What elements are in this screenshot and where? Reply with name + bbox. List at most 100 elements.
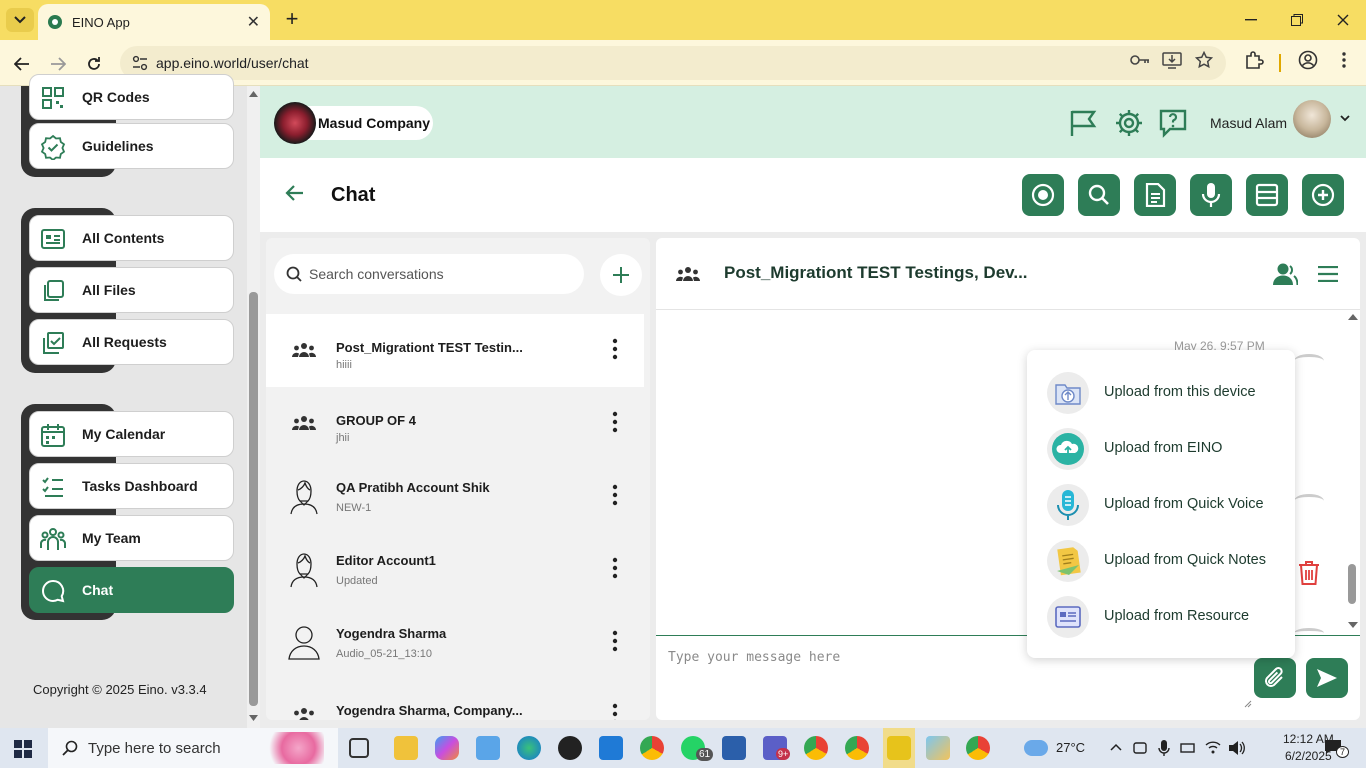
browser-tab[interactable]: EINO App ✕: [38, 4, 270, 40]
sidebar-item-all-requests[interactable]: All Requests: [29, 319, 234, 365]
new-tab-button[interactable]: +: [282, 8, 302, 30]
chevron-down-icon: [14, 16, 26, 24]
edge-browser-icon[interactable]: [517, 736, 541, 760]
wifi-icon[interactable]: [1205, 740, 1221, 754]
back-button[interactable]: [10, 52, 34, 76]
sidebar-item-qr-codes[interactable]: QR Codes: [29, 74, 234, 120]
sidebar-item-my-team[interactable]: My Team: [29, 515, 234, 561]
browser-menu-icon[interactable]: [1332, 48, 1356, 72]
microphone-button[interactable]: [1190, 174, 1232, 216]
upload-from-eino-item[interactable]: Upload from EINO: [1027, 420, 1295, 476]
chevron-down-icon[interactable]: [1340, 114, 1350, 122]
sidebar-scrollbar[interactable]: [247, 86, 260, 728]
chrome-profile-icon[interactable]: [804, 736, 828, 760]
more-options-icon[interactable]: [612, 630, 618, 652]
settings-gear-icon[interactable]: [1114, 108, 1144, 138]
password-key-icon[interactable]: [1128, 48, 1152, 72]
weather-temperature[interactable]: 27°C: [1056, 740, 1085, 755]
delete-trash-icon[interactable]: [1298, 561, 1320, 585]
taskbar-search-input[interactable]: Type here to search: [48, 728, 338, 768]
hamburger-menu-icon[interactable]: [1318, 266, 1338, 282]
scroll-down-icon[interactable]: [1348, 622, 1358, 628]
tab-list-button[interactable]: [6, 8, 34, 32]
user-avatar[interactable]: [1293, 100, 1331, 138]
sidebar-item-my-calendar[interactable]: My Calendar: [29, 411, 234, 457]
reload-button[interactable]: [82, 52, 106, 76]
sidebar-item-all-files[interactable]: All Files: [29, 267, 234, 313]
sidebar-item-all-contents[interactable]: All Contents: [29, 215, 234, 261]
upload-from-quick-voice-item[interactable]: Upload from Quick Voice: [1027, 476, 1295, 532]
conversation-item[interactable]: GROUP OF 4 jhii: [266, 387, 644, 460]
new-conversation-button[interactable]: [600, 254, 642, 296]
more-options-icon[interactable]: [612, 557, 618, 579]
chat-scrollbar[interactable]: [1346, 310, 1360, 635]
conversation-item[interactable]: Yogendra Sharma Audio_05-21_13:10: [266, 606, 644, 679]
bookmark-star-icon[interactable]: [1192, 48, 1216, 72]
url-input[interactable]: app.eino.world/user/chat: [120, 46, 1226, 80]
upload-from-device-item[interactable]: Upload from this device: [1027, 364, 1295, 420]
conversation-item[interactable]: Editor Account1 Updated: [266, 533, 644, 606]
task-view-icon[interactable]: [349, 738, 369, 758]
battery-icon[interactable]: [1180, 741, 1196, 755]
site-settings-icon[interactable]: [132, 55, 148, 71]
extensions-icon[interactable]: [1242, 48, 1266, 72]
search-conversations-input[interactable]: Search conversations: [274, 254, 584, 294]
add-button[interactable]: [1302, 174, 1344, 216]
volume-icon[interactable]: [1228, 740, 1246, 756]
eino-app-icon[interactable]: [887, 736, 911, 760]
more-options-icon[interactable]: [612, 703, 618, 720]
user-name[interactable]: Masud Alam: [1210, 115, 1287, 131]
chrome-icon[interactable]: [640, 736, 664, 760]
scan-button[interactable]: [1246, 174, 1288, 216]
resize-handle-icon[interactable]: [1244, 700, 1252, 708]
app-icon[interactable]: [476, 736, 500, 760]
camera-icon[interactable]: [1133, 740, 1147, 756]
profile-icon[interactable]: [1296, 48, 1320, 72]
message-input[interactable]: Type your message here: [668, 650, 840, 665]
notification-center-button[interactable]: 7: [1324, 739, 1350, 758]
contact-icon[interactable]: [1272, 262, 1298, 286]
document-button[interactable]: [1134, 174, 1176, 216]
help-icon[interactable]: [1158, 108, 1188, 138]
conversation-item[interactable]: Post_Migrationt TEST Testin... hiiii: [266, 314, 644, 387]
restore-button[interactable]: [1282, 8, 1312, 32]
chat-scroll-thumb[interactable]: [1348, 564, 1356, 604]
record-button[interactable]: [1022, 174, 1064, 216]
conversation-item[interactable]: Yogendra Sharma, Company...: [266, 679, 644, 720]
send-button[interactable]: [1306, 658, 1348, 698]
more-options-icon[interactable]: [612, 484, 618, 506]
upload-from-resource-item[interactable]: Upload from Resource: [1027, 588, 1295, 644]
conversation-item[interactable]: QA Pratibh Account Shik NEW-1: [266, 460, 644, 533]
obs-icon[interactable]: [558, 736, 582, 760]
windows-start-icon[interactable]: [14, 740, 32, 758]
scroll-up-icon[interactable]: [1348, 314, 1358, 320]
microphone-icon[interactable]: [1158, 739, 1170, 757]
more-options-icon[interactable]: [612, 338, 618, 360]
upload-from-quick-notes-item[interactable]: Upload from Quick Notes: [1027, 532, 1295, 588]
forward-button[interactable]: [46, 52, 70, 76]
sidebar-item-tasks-dashboard[interactable]: Tasks Dashboard: [29, 463, 234, 509]
sidebar-scroll-thumb[interactable]: [249, 292, 258, 706]
paint-icon[interactable]: [926, 736, 950, 760]
scroll-up-icon[interactable]: [249, 91, 258, 97]
word-icon[interactable]: [722, 736, 746, 760]
flag-icon[interactable]: [1068, 108, 1098, 138]
back-arrow-icon[interactable]: [284, 184, 304, 202]
close-window-button[interactable]: [1328, 8, 1358, 32]
copilot-icon[interactable]: [435, 736, 459, 760]
scroll-down-icon[interactable]: [249, 715, 258, 721]
sidebar-item-chat[interactable]: Chat: [29, 567, 234, 613]
sidebar-item-guidelines[interactable]: Guidelines: [29, 123, 234, 169]
company-switcher[interactable]: Masud Company: [274, 102, 433, 144]
attach-button[interactable]: [1254, 658, 1296, 698]
close-tab-icon[interactable]: ✕: [247, 12, 260, 32]
vscode-icon[interactable]: [599, 736, 623, 760]
chrome-profile-icon[interactable]: [966, 736, 990, 760]
chevron-up-icon[interactable]: [1110, 743, 1122, 751]
file-explorer-icon[interactable]: [394, 736, 418, 760]
chrome-profile-icon[interactable]: [845, 736, 869, 760]
minimize-button[interactable]: [1236, 8, 1266, 32]
search-button[interactable]: [1078, 174, 1120, 216]
install-app-icon[interactable]: [1160, 48, 1184, 72]
more-options-icon[interactable]: [612, 411, 618, 433]
